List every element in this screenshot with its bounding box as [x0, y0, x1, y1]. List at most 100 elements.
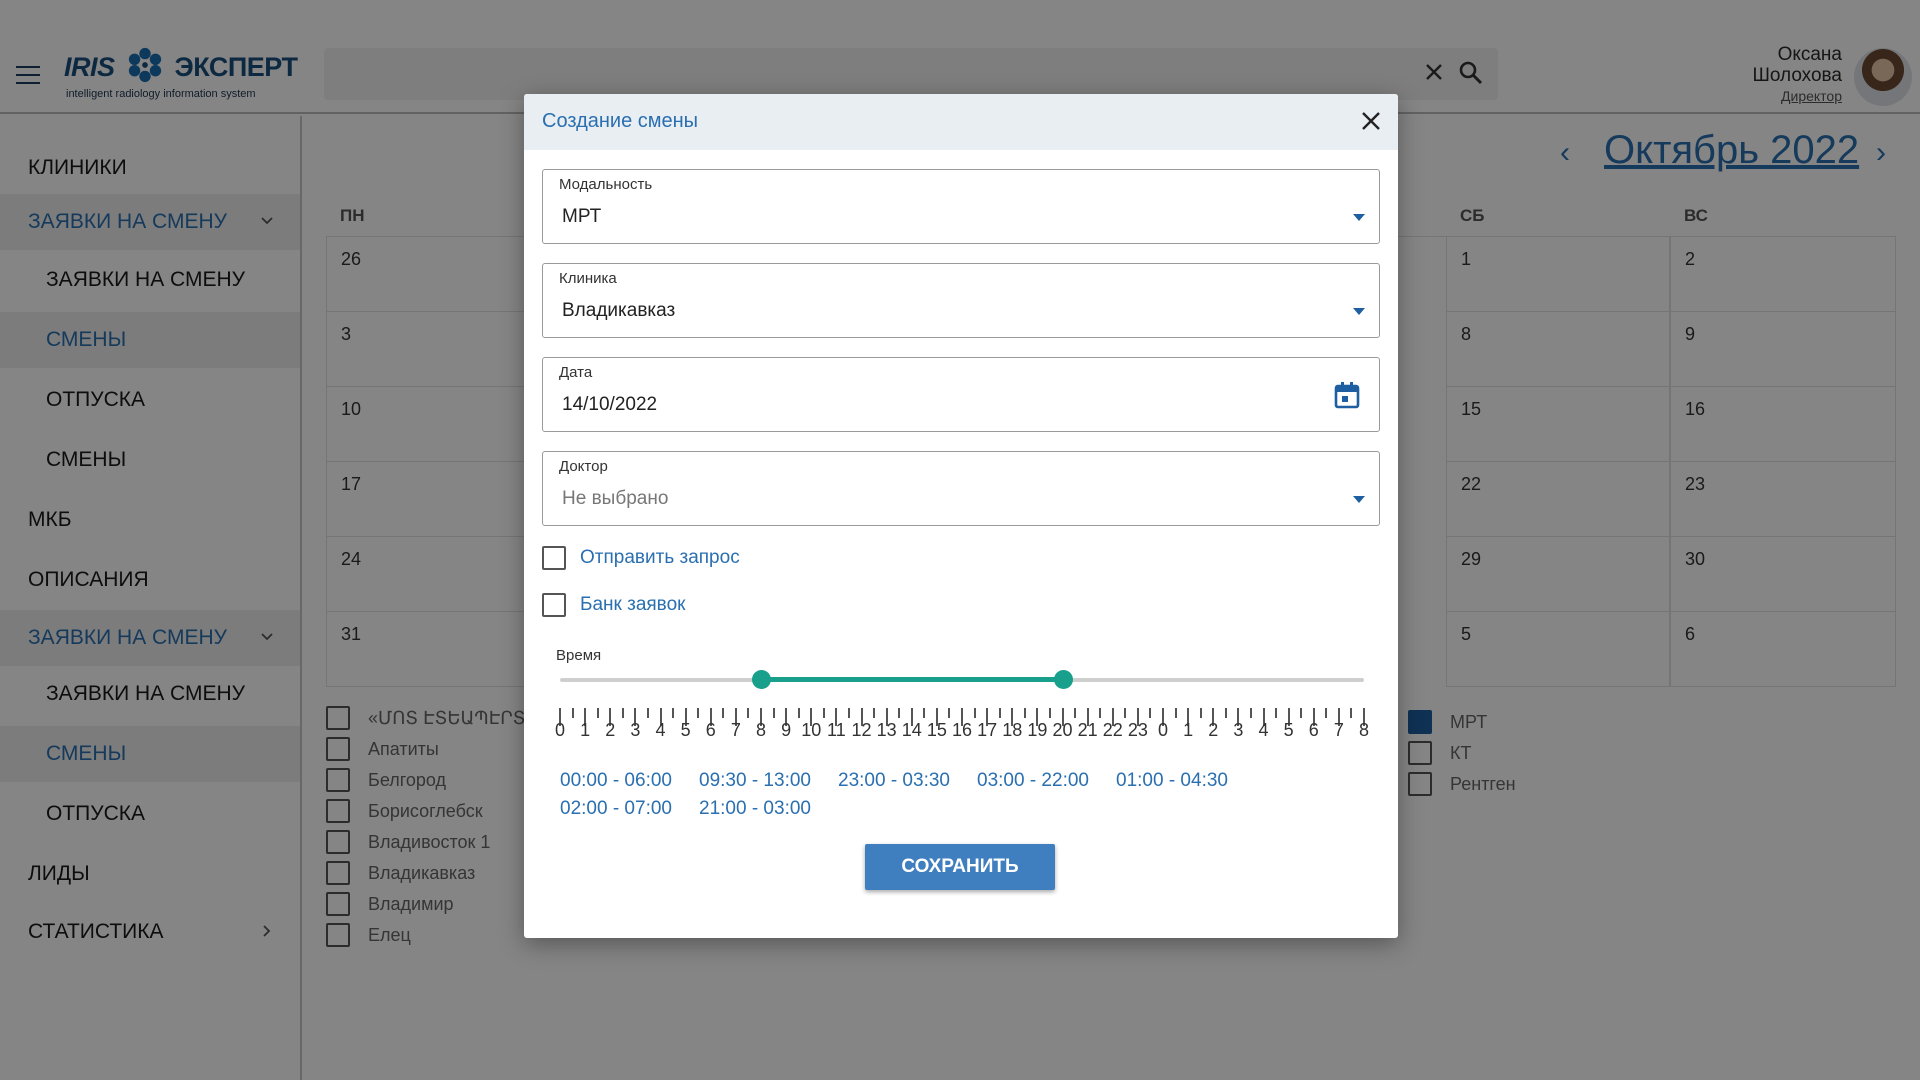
modality-value: МРТ — [562, 206, 602, 227]
time-scale-label: 21 — [1077, 720, 1098, 740]
dialog-header: Создание смены — [524, 94, 1398, 150]
time-scale-label: 17 — [977, 720, 998, 740]
slider-tick — [697, 708, 700, 718]
clinic-value: Владикавказ — [562, 300, 676, 321]
slider-tick — [596, 708, 599, 718]
clinic-label: Клиника — [559, 270, 617, 287]
time-scale-label: 7 — [730, 720, 741, 740]
time-scale-label: 15 — [926, 720, 947, 740]
time-preset-link[interactable]: 01:00 - 04:30 — [1116, 770, 1228, 792]
checkbox-icon[interactable] — [542, 546, 566, 570]
time-scale-label: 5 — [680, 720, 691, 740]
slider-start-handle[interactable] — [752, 670, 771, 689]
time-scale-label: 6 — [705, 720, 716, 740]
slider-tick — [1099, 708, 1102, 718]
time-scale-label: 20 — [1052, 720, 1073, 740]
slider-tick — [621, 708, 624, 718]
time-scale-label: 6 — [1308, 720, 1319, 740]
slider-tick — [1174, 708, 1177, 718]
slider-tick — [571, 708, 574, 718]
send-request-checkbox[interactable]: Отправить запрос — [542, 546, 740, 570]
slider-tick — [1124, 708, 1127, 718]
dialog-title: Создание смены — [542, 110, 699, 132]
time-preset-link[interactable]: 02:00 - 07:00 — [560, 798, 672, 820]
time-scale-label: 4 — [1258, 720, 1269, 740]
date-field[interactable]: Дата 14/10/2022 — [542, 357, 1380, 432]
create-shift-dialog: Создание смены Модальность МРТ Клиника В… — [524, 94, 1398, 938]
time-scale-label: 13 — [876, 720, 897, 740]
doctor-value: Не выбрано — [562, 488, 669, 509]
time-scale-label: 1 — [1183, 720, 1194, 740]
date-value: 14/10/2022 — [562, 394, 658, 415]
slider-tick — [1199, 708, 1202, 718]
slider-tick — [948, 708, 951, 718]
time-scale-label: 14 — [901, 720, 922, 740]
slider-tick — [672, 708, 675, 718]
time-scale-label: 19 — [1027, 720, 1048, 740]
request-bank-checkbox[interactable]: Банк заявок — [542, 593, 685, 617]
time-scale-label: 8 — [755, 720, 767, 740]
send-request-label[interactable]: Отправить запрос — [580, 547, 740, 569]
time-scale-labels: 0 1 2 3 4 5 6 7 8 9 10 11 12 13 14 15 16 17 18 19 20 21 22 23 0 1… — [555, 720, 1369, 744]
slider-tick — [1275, 708, 1278, 718]
slider-end-handle[interactable] — [1053, 670, 1073, 689]
date-label: Дата — [559, 364, 593, 381]
slider-tick — [1074, 708, 1077, 718]
doctor-label: Доктор — [559, 458, 608, 475]
save-button[interactable]: СОХРАНИТЬ — [865, 844, 1055, 890]
close-icon[interactable] — [1360, 110, 1382, 132]
time-scale-label: 22 — [1102, 720, 1123, 740]
time-scale-label: 0 — [1157, 720, 1169, 740]
time-label: Время — [556, 647, 602, 664]
request-bank-label[interactable]: Банк заявок — [580, 594, 685, 616]
slider-tick — [1300, 708, 1303, 718]
time-scale-label: 5 — [1283, 720, 1294, 740]
slider-tick — [1249, 708, 1252, 718]
time-scale-label: 3 — [630, 720, 641, 740]
slider-tick — [1350, 708, 1353, 718]
modality-select[interactable]: Модальность МРТ — [542, 169, 1380, 244]
clinic-select[interactable]: Клиника Владикавказ — [542, 263, 1380, 338]
time-scale-label: 3 — [1233, 720, 1244, 740]
time-scale-label: 18 — [1002, 720, 1023, 740]
time-scale-label: 0 — [554, 720, 566, 740]
time-scale-label: 10 — [801, 720, 822, 740]
dropdown-arrow-icon[interactable] — [1353, 308, 1365, 315]
time-scale-label: 2 — [1208, 720, 1219, 740]
slider-tick — [1023, 708, 1026, 718]
slider-tick — [1149, 708, 1152, 718]
doctor-select[interactable]: Доктор Не выбрано — [542, 451, 1380, 526]
slider-tick — [1224, 708, 1227, 718]
time-preset-link[interactable]: 09:30 - 13:00 — [699, 770, 811, 792]
slider-tick — [898, 708, 901, 718]
time-scale-label: 8 — [1358, 720, 1370, 740]
slider-tick — [973, 708, 976, 718]
time-scale-label: 2 — [605, 720, 616, 740]
slider-tick — [797, 708, 800, 718]
time-scale-label: 7 — [1333, 720, 1344, 740]
time-preset-link[interactable]: 21:00 - 03:00 — [699, 798, 811, 820]
time-preset-link[interactable]: 23:00 - 03:30 — [838, 770, 950, 792]
dropdown-arrow-icon[interactable] — [1353, 496, 1365, 503]
time-scale-label: 12 — [851, 720, 872, 740]
time-scale-label: 4 — [655, 720, 666, 740]
slider-tick — [772, 708, 775, 718]
time-scale-label: 23 — [1127, 720, 1148, 740]
time-scale-label: 1 — [580, 720, 591, 740]
slider-selected-range — [761, 677, 1063, 682]
slider-tick — [1048, 708, 1051, 718]
slider-tick — [1325, 708, 1328, 718]
time-scale-label: 16 — [951, 720, 973, 740]
slider-tick — [847, 708, 850, 718]
slider-tick — [873, 708, 876, 718]
slider-tick — [747, 708, 750, 718]
time-preset-link[interactable]: 00:00 - 06:00 — [560, 770, 672, 792]
calendar-icon[interactable] — [1333, 380, 1361, 410]
dropdown-arrow-icon[interactable] — [1353, 214, 1365, 221]
time-scale-label: 9 — [781, 720, 792, 740]
slider-tick — [722, 708, 725, 718]
time-preset-link[interactable]: 03:00 - 22:00 — [977, 770, 1089, 792]
checkbox-icon[interactable] — [542, 593, 566, 617]
slider-tick — [822, 708, 825, 718]
slider-tick — [923, 708, 926, 718]
